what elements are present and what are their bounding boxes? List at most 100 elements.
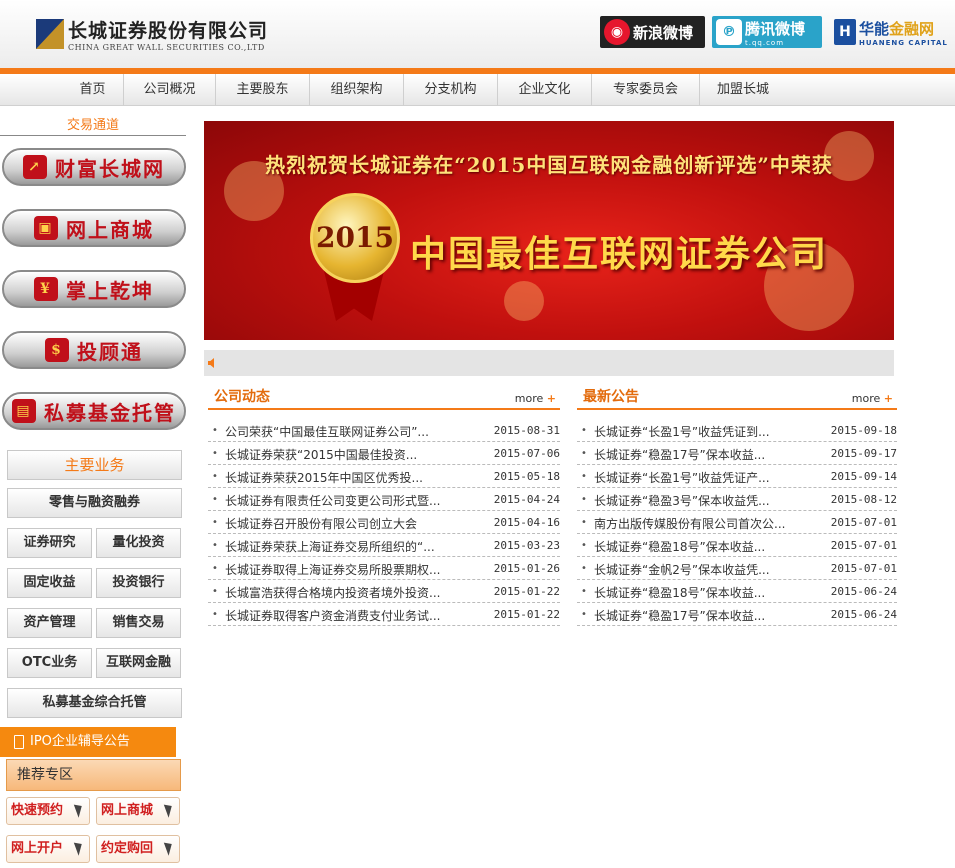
bullet-icon: • <box>212 494 218 505</box>
news-row[interactable]: • 长城富浩获得合格境内投资者境外投资... 2015-01-22 <box>208 580 560 603</box>
bullet-icon: • <box>581 563 587 574</box>
nav-company-overview[interactable]: 公司概况 <box>124 74 216 106</box>
row-title[interactable]: 长城证券荣获2015年中国区优秀投... <box>225 469 495 486</box>
row-title[interactable]: 长城证券“稳盈18号”保本收益... <box>594 538 864 555</box>
trade-btn-mobile[interactable]: ¥ 掌上乾坤 <box>2 270 186 308</box>
huaneng-capital-link[interactable]: H 华能金融网 HUANENG CAPITAL <box>830 16 954 48</box>
logo-chinese-name: 长城证券股份有限公司 <box>68 20 269 42</box>
tencent-weibo-link[interactable]: ℗ 腾讯微博 t.qq.com <box>712 16 822 48</box>
plus-icon: + <box>883 392 893 405</box>
row-title[interactable]: 南方出版传媒股份有限公司首次公... <box>594 515 864 532</box>
trade-btn-online-mall[interactable]: ▣ 网上商城 <box>2 209 186 247</box>
bullet-icon: • <box>212 448 218 459</box>
nav-culture[interactable]: 企业文化 <box>498 74 592 106</box>
biz-internet-finance[interactable]: 互联网金融 <box>96 648 181 678</box>
news-row[interactable]: • 公司荣获“中国最佳互联网证券公司”... 2015-08-31 <box>208 419 560 442</box>
row-title[interactable]: 长城富浩获得合格境内投资者境外投资... <box>225 584 495 601</box>
announcement-ticker[interactable] <box>204 350 894 376</box>
row-title[interactable]: 长城证券“长盈1号”收益凭证到... <box>594 423 864 440</box>
bullet-icon: • <box>212 471 218 482</box>
promo-banner[interactable]: 热烈祝贺长城证券在“2015中国互联网金融创新评选”中荣获 2015 中国最佳互… <box>204 121 894 340</box>
sina-weibo-link[interactable]: ◉ 新浪微博 <box>600 16 705 48</box>
news-row[interactable]: • 长城证券召开股份有限公司创立大会 2015-04-16 <box>208 511 560 534</box>
row-date: 2015-05-18 <box>493 470 560 483</box>
rec-open-account[interactable]: 网上开户 <box>6 835 90 863</box>
row-date: 2015-01-22 <box>493 608 560 621</box>
nav-home[interactable]: 首页 <box>62 74 124 106</box>
more-label: more <box>851 392 881 405</box>
document-icon <box>14 735 24 749</box>
notice-row[interactable]: • 长城证券“稳盈3号”保本收益凭... 2015-08-12 <box>577 488 897 511</box>
latest-notices-title: 最新公告 <box>583 389 639 405</box>
huaneng-label-a: 华能 <box>859 19 890 38</box>
news-row[interactable]: • 长城证券有限责任公司变更公司形式暨... 2015-04-24 <box>208 488 560 511</box>
biz-investment-banking[interactable]: 投资银行 <box>96 568 181 598</box>
rec-btn-label: 网上商城 <box>101 803 154 818</box>
row-title[interactable]: 长城证券“稳盈17号”保本收益... <box>594 607 864 624</box>
sina-weibo-icon: ◉ <box>604 19 630 45</box>
biz-fixed-income[interactable]: 固定收益 <box>7 568 92 598</box>
company-news-more[interactable]: more + <box>515 392 556 405</box>
row-date: 2015-07-01 <box>830 562 897 575</box>
notice-row[interactable]: • 长城证券“稳盈17号”保本收益... 2015-09-17 <box>577 442 897 465</box>
rec-online-mall[interactable]: 网上商城 <box>96 797 180 825</box>
nav-branches[interactable]: 分支机构 <box>404 74 498 106</box>
bullet-icon: • <box>581 609 587 620</box>
row-title[interactable]: 长城证券荣获“2015中国最佳投资... <box>225 446 495 463</box>
row-title[interactable]: 长城证券“稳盈17号”保本收益... <box>594 446 864 463</box>
biz-sales-trading[interactable]: 销售交易 <box>96 608 181 638</box>
row-title[interactable]: 长城证券“稳盈18号”保本收益... <box>594 584 864 601</box>
trade-btn-private-fund[interactable]: ▤ 私募基金托管 <box>2 392 186 430</box>
row-title[interactable]: 长城证券“稳盈3号”保本收益凭... <box>594 492 864 509</box>
row-date: 2015-07-01 <box>830 516 897 529</box>
trade-btn-label: 网上商城 <box>66 217 154 242</box>
rec-quick-appointment[interactable]: 快速预约 <box>6 797 90 825</box>
biz-asset-management[interactable]: 资产管理 <box>7 608 92 638</box>
latest-notices-more[interactable]: more + <box>852 392 893 405</box>
biz-retail-margin[interactable]: 零售与融资融券 <box>7 488 182 518</box>
notice-row[interactable]: • 长城证券“稳盈17号”保本收益... 2015-06-24 <box>577 603 897 626</box>
rec-repurchase[interactable]: 约定购回 <box>96 835 180 863</box>
gift-icon: ▣ <box>34 216 58 240</box>
notice-row[interactable]: • 长城证券“稳盈18号”保本收益... 2015-06-24 <box>577 580 897 603</box>
trade-btn-advisor[interactable]: $ 投顾通 <box>2 331 186 369</box>
news-row[interactable]: • 长城证券荣获“2015中国最佳投资... 2015-07-06 <box>208 442 560 465</box>
plus-icon: + <box>546 392 556 405</box>
row-date: 2015-04-24 <box>493 493 560 506</box>
notice-row[interactable]: • 长城证券“稳盈18号”保本收益... 2015-07-01 <box>577 534 897 557</box>
row-date: 2015-08-12 <box>830 493 897 506</box>
news-row[interactable]: • 长城证券荣获上海证券交易所组织的“... 2015-03-23 <box>208 534 560 557</box>
trade-btn-wealth[interactable]: ↗ 财富长城网 <box>2 148 186 186</box>
row-title[interactable]: 长城证券荣获上海证券交易所组织的“... <box>225 538 495 555</box>
notice-row[interactable]: • 长城证券“长盈1号”收益凭证到... 2015-09-18 <box>577 419 897 442</box>
row-title[interactable]: 长城证券“长盈1号”收益凭证产... <box>594 469 864 486</box>
nav-shareholders[interactable]: 主要股东 <box>216 74 310 106</box>
row-title[interactable]: 长城证券召开股份有限公司创立大会 <box>225 515 495 532</box>
row-title[interactable]: 公司荣获“中国最佳互联网证券公司”... <box>225 423 495 440</box>
company-news-panel: 公司动态 more + • 公司荣获“中国最佳互联网证券公司”... 2015-08… <box>208 384 560 626</box>
bullet-icon: • <box>212 425 218 436</box>
notice-row[interactable]: • 长城证券“长盈1号”收益凭证产... 2015-09-14 <box>577 465 897 488</box>
notice-row[interactable]: • 南方出版传媒股份有限公司首次公... 2015-07-01 <box>577 511 897 534</box>
biz-research[interactable]: 证券研究 <box>7 528 92 558</box>
huaneng-label-b: 金融网 <box>889 19 935 38</box>
row-title[interactable]: 长城证券取得客户资金消费支付业务试... <box>225 607 495 624</box>
nav-organization[interactable]: 组织架构 <box>310 74 404 106</box>
row-title[interactable]: 长城证券取得上海证券交易所股票期权... <box>225 561 495 578</box>
news-row[interactable]: • 长城证券取得上海证券交易所股票期权... 2015-01-26 <box>208 557 560 580</box>
biz-quant[interactable]: 量化投资 <box>96 528 181 558</box>
row-title[interactable]: 长城证券“金帆2号”保本收益凭... <box>594 561 864 578</box>
news-row[interactable]: • 长城证券取得客户资金消费支付业务试... 2015-01-22 <box>208 603 560 626</box>
nav-join-us[interactable]: 加盟长城 <box>700 74 786 106</box>
logo-mark-icon <box>36 19 64 49</box>
company-logo[interactable]: 长城证券股份有限公司 CHINA GREAT WALL SECURITIES C… <box>36 16 268 52</box>
news-row[interactable]: • 长城证券荣获2015年中国区优秀投... 2015-05-18 <box>208 465 560 488</box>
more-label: more <box>514 392 544 405</box>
notice-row[interactable]: • 长城证券“金帆2号”保本收益凭... 2015-07-01 <box>577 557 897 580</box>
trade-btn-label: 私募基金托管 <box>44 400 176 425</box>
ipo-notice-link[interactable]: IPO企业辅导公告 <box>0 727 176 757</box>
nav-expert-committee[interactable]: 专家委员会 <box>592 74 700 106</box>
biz-otc[interactable]: OTC业务 <box>7 648 92 678</box>
biz-private-fund-custody[interactable]: 私募基金综合托管 <box>7 688 182 718</box>
row-title[interactable]: 长城证券有限责任公司变更公司形式暨... <box>225 492 495 509</box>
